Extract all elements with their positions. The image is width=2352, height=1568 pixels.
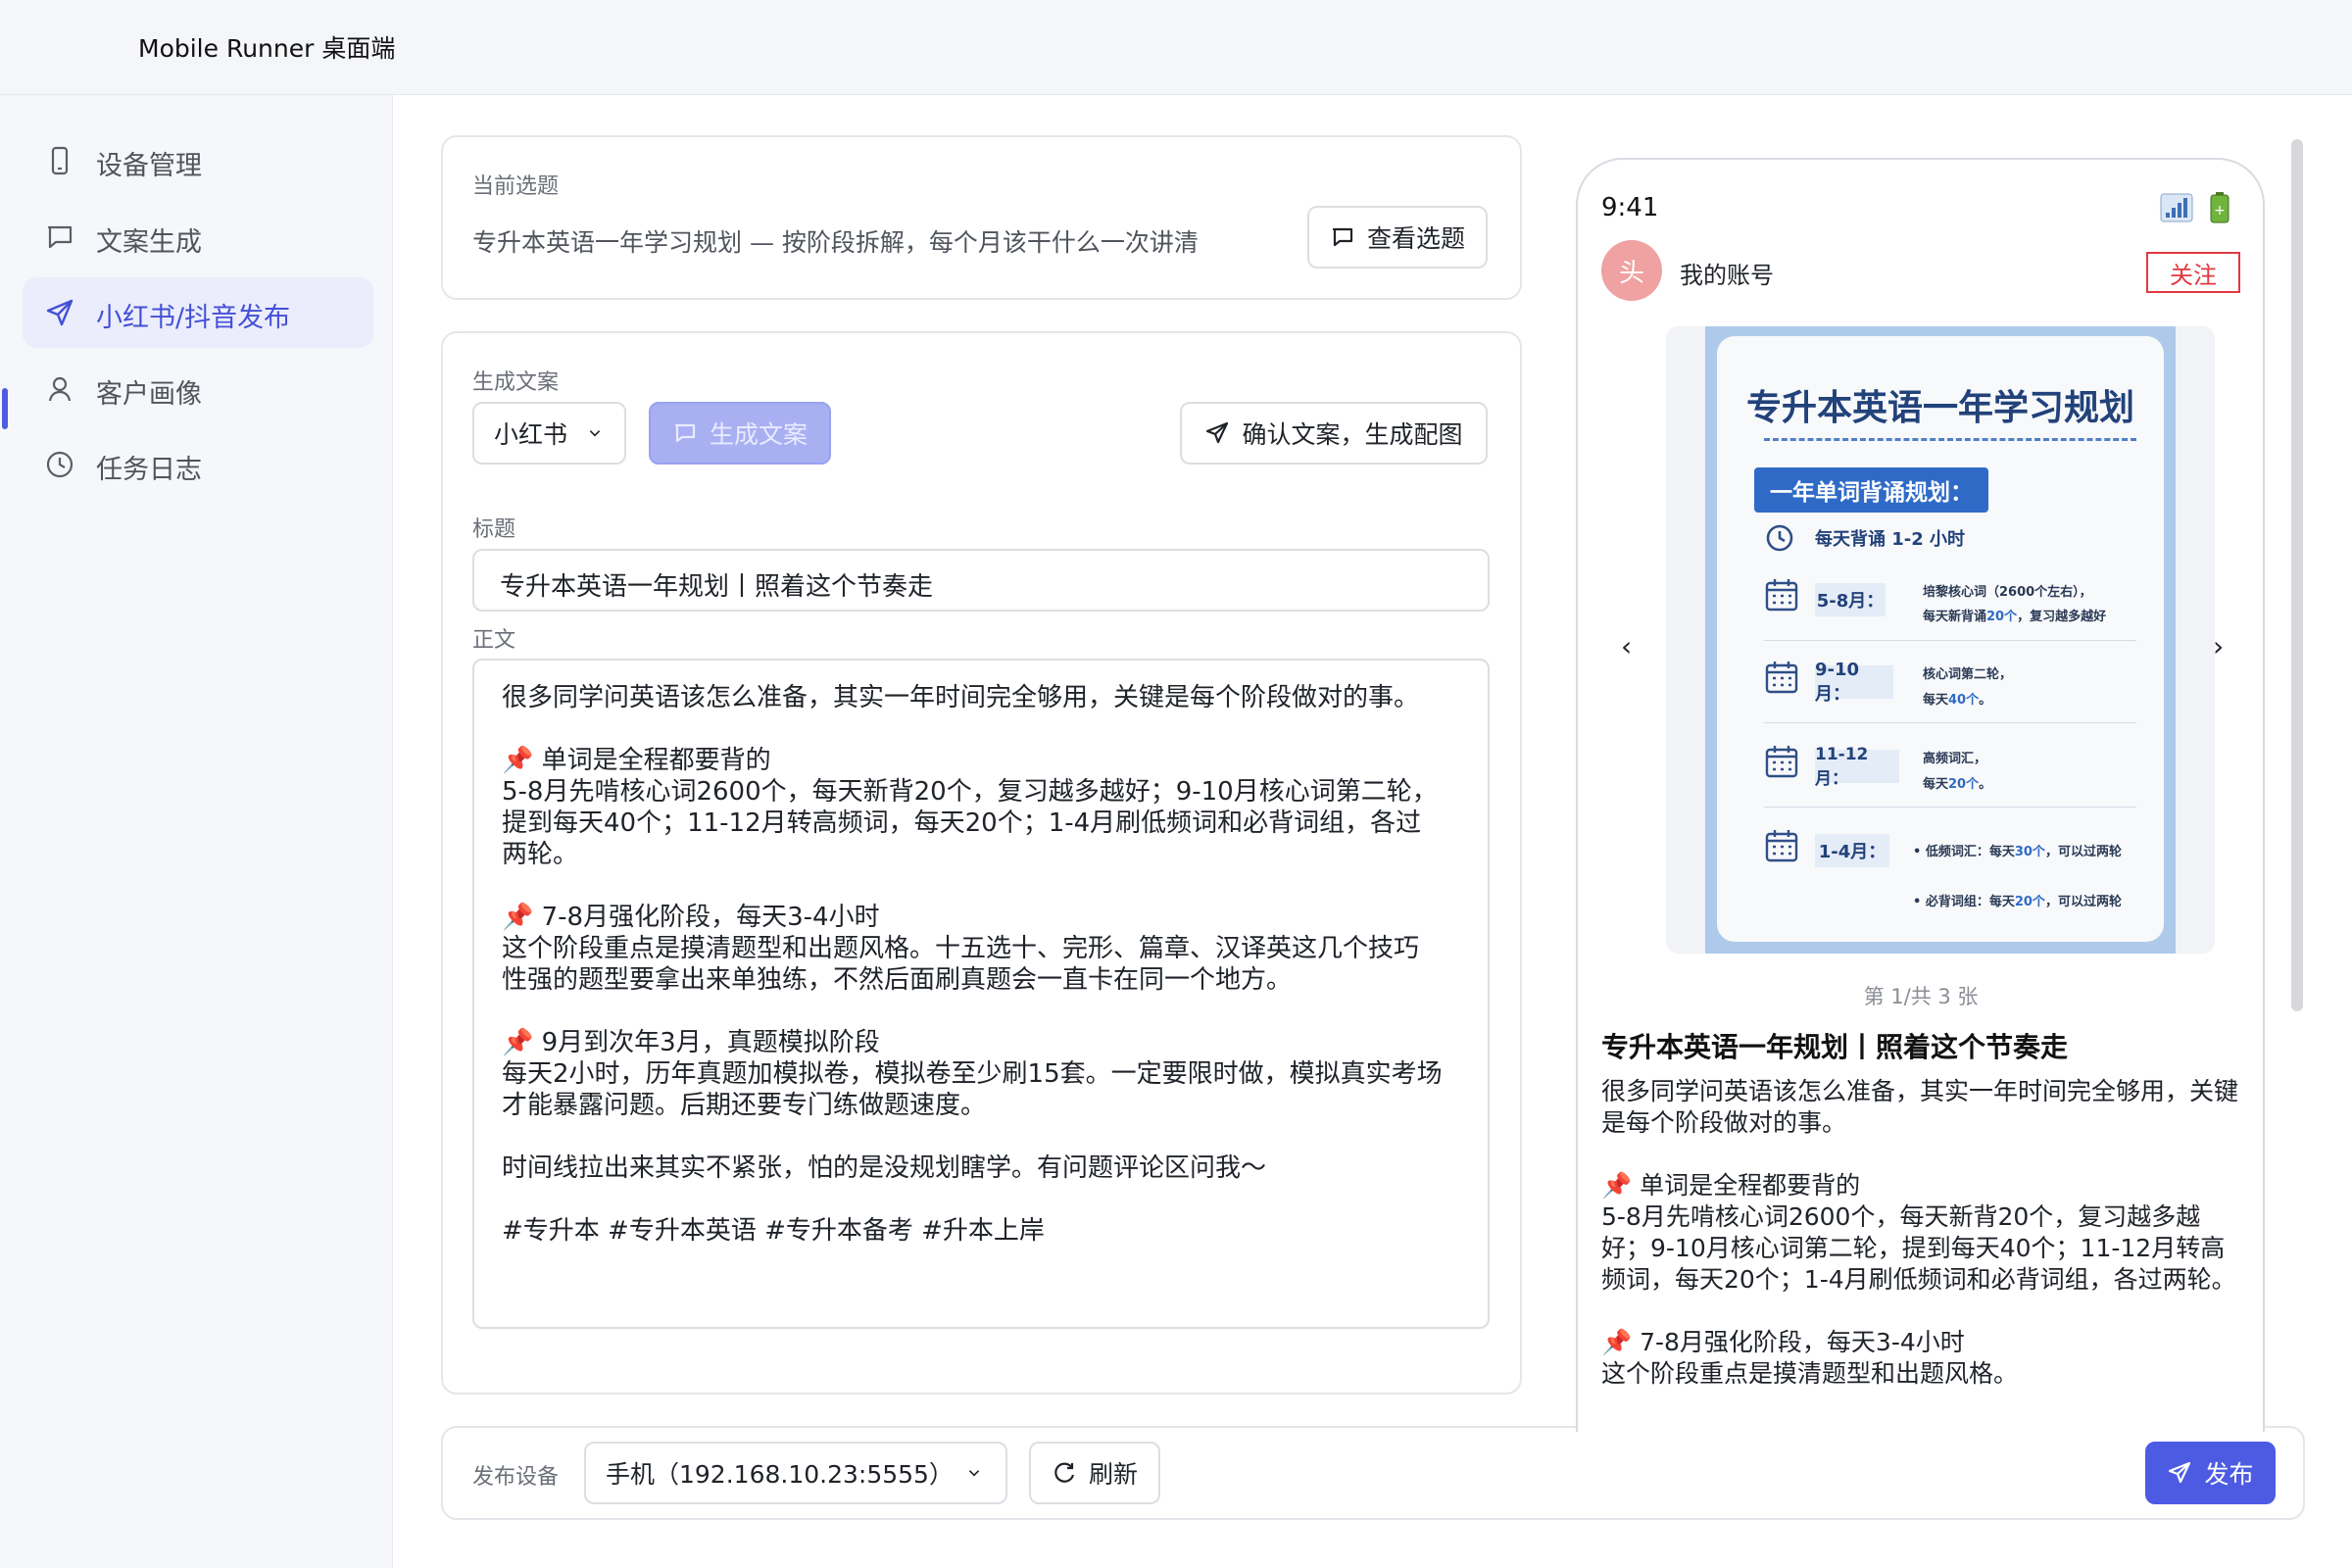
body-textarea-value: 很多同学问英语该怎么准备，其实一年时间完全够用，关键是每个阶段做对的事。 📌 单…: [502, 683, 1443, 1246]
poster-row-line1: • 低频词汇：每天30个，可以过两轮: [1913, 845, 2122, 859]
sidebar-item-label: 小红书/抖音发布: [96, 303, 291, 333]
battery-icon: +: [2210, 192, 2230, 223]
message-icon: [47, 225, 73, 249]
post-body: 很多同学问英语该怎么准备，其实一年时间完全够用，关键是每个阶段做对的事。 📌 单…: [1601, 1077, 2239, 1388]
sidebar-item-copywriting[interactable]: 文案生成: [23, 202, 373, 272]
post-title: 专升本英语一年规划丨照着这个节奏走: [1601, 1031, 2069, 1063]
send-icon: [1206, 421, 1229, 444]
generate-copy-button[interactable]: 生成文案: [649, 402, 831, 465]
sidebar: 设备管理 文案生成 小红书/抖音发布 客户画像 任务日志: [0, 95, 393, 1568]
view-topic-label: 查看选题: [1366, 224, 1465, 253]
refresh-icon: [1054, 1462, 1075, 1483]
device-select[interactable]: 手机（192.168.10.23:5555）: [584, 1442, 1007, 1504]
avatar: 头: [1601, 240, 1662, 301]
chevron-down-icon: [968, 1470, 980, 1477]
signal-icon: [2160, 193, 2193, 222]
poster-row-divider: [1764, 807, 2136, 808]
title-input-value: 专升本英语一年规划丨照着这个节奏走: [500, 572, 934, 602]
body-textarea[interactable]: 很多同学问英语该怎么准备，其实一年时间完全够用，关键是每个阶段做对的事。 📌 单…: [472, 659, 1490, 1329]
carousel-prev[interactable]: ‹: [1621, 630, 1632, 662]
calendar-icon: [1765, 746, 1798, 778]
platform-select[interactable]: 小红书: [472, 402, 626, 465]
poster-subtitle: 一年单词背诵规划：: [1754, 467, 1988, 513]
poster-row-line2: 每天20个。: [1923, 777, 1992, 792]
confirm-copy-label: 确认文案，生成配图: [1242, 420, 1463, 449]
refresh-button[interactable]: 刷新: [1029, 1442, 1160, 1504]
sidebar-item-label: 任务日志: [96, 455, 202, 485]
poster-row-line1: 培黎核心词（2600个左右），: [1923, 585, 2092, 600]
poster-row-line1: 核心词第二轮，: [1923, 667, 2013, 682]
app-title: Mobile Runner 桌面端: [138, 34, 396, 63]
poster-row-period: 9-10月：: [1815, 660, 1893, 705]
page-indicator: 第 1/共 3 张: [1863, 985, 1979, 1008]
poster-row-period: 5-8月：: [1815, 583, 1886, 616]
message-icon: [1332, 227, 1353, 247]
publish-button[interactable]: 发布: [2145, 1442, 2276, 1504]
poster-row-line2: • 必背词组：每天20个，可以过两轮: [1913, 895, 2122, 909]
generate-copy-label: 生成文案: [709, 420, 808, 449]
sidebar-item-label: 设备管理: [96, 151, 202, 181]
topic-text: 专升本英语一年学习规划 — 按阶段拆解，每个月该干什么一次讲清: [472, 228, 1199, 257]
sidebar-item-task-log[interactable]: 任务日志: [23, 429, 373, 500]
title-field-label: 标题: [472, 517, 516, 542]
poster-row-line2: 每天40个。: [1923, 693, 1992, 708]
active-indicator: [2, 388, 8, 429]
phone-preview: 9:41 + 头 我的账号 关注 ‹ › 专升本英语一年学习规划 一年单词背诵规…: [1576, 158, 2265, 1432]
account-name: 我的账号: [1680, 262, 1774, 289]
calendar-icon: [1765, 662, 1798, 694]
poster-row-period: 1-4月：: [1815, 834, 1889, 867]
sidebar-item-label: 客户画像: [96, 379, 202, 410]
chevron-down-icon: [589, 430, 601, 437]
generate-label: 生成文案: [472, 370, 560, 395]
clock-icon: [1766, 524, 1793, 552]
calendar-icon: [1765, 830, 1798, 862]
send-icon: [46, 299, 74, 326]
topic-card: 当前选题 专升本英语一年学习规划 — 按阶段拆解，每个月该干什么一次讲清 查看选…: [441, 135, 1522, 300]
poster-row-period: 11-12月：: [1815, 745, 1899, 789]
view-topic-button[interactable]: 查看选题: [1307, 206, 1488, 269]
poster-daily: 每天背诵 1-2 小时: [1815, 529, 1966, 550]
device-value: 手机（192.168.10.23:5555）: [606, 1460, 954, 1489]
poster-row-line1: 高频词汇，: [1923, 752, 1987, 766]
preview-scrollbar[interactable]: [2291, 139, 2303, 1011]
poster-divider: [1764, 438, 2136, 441]
status-time: 9:41: [1601, 193, 1659, 222]
generate-card: 生成文案 小红书 生成文案 确认文案，生成配图 标题 专升本英语一年规划丨照着这…: [441, 331, 1522, 1395]
poster-row-line2: 每天新背诵20个，复习越多越好: [1923, 610, 2107, 624]
sidebar-item-publish[interactable]: 小红书/抖音发布: [23, 277, 373, 348]
calendar-icon: [1765, 579, 1798, 612]
sidebar-item-label: 文案生成: [96, 227, 202, 258]
phone-icon: [51, 146, 69, 175]
poster-row-divider: [1764, 640, 2136, 641]
device-label: 发布设备: [472, 1465, 560, 1490]
svg-text:+: +: [2214, 203, 2226, 219]
publish-bar: 发布设备 手机（192.168.10.23:5555） 刷新 发布: [441, 1426, 2305, 1520]
message-icon: [674, 423, 696, 443]
poster-card: 专升本英语一年学习规划 一年单词背诵规划： 每天背诵 1-2 小时 5-8月： …: [1717, 336, 2164, 942]
platform-value: 小红书: [494, 420, 568, 449]
confirm-copy-button[interactable]: 确认文案，生成配图: [1180, 402, 1488, 465]
poster-image: 专升本英语一年学习规划 一年单词背诵规划： 每天背诵 1-2 小时 5-8月： …: [1705, 326, 2176, 954]
publish-label: 发布: [2204, 1460, 2254, 1489]
topic-label: 当前选题: [472, 174, 560, 199]
body-field-label: 正文: [472, 628, 516, 653]
sidebar-item-devices[interactable]: 设备管理: [23, 125, 373, 196]
title-input[interactable]: 专升本英语一年规划丨照着这个节奏走: [472, 549, 1490, 612]
follow-button[interactable]: 关注: [2146, 252, 2240, 293]
sidebar-item-customers[interactable]: 客户画像: [23, 354, 373, 424]
send-icon: [2169, 1461, 2191, 1484]
refresh-label: 刷新: [1088, 1460, 1138, 1489]
carousel-frame: 专升本英语一年学习规划 一年单词背诵规划： 每天背诵 1-2 小时 5-8月： …: [1666, 326, 2215, 954]
clock-icon: [46, 451, 74, 478]
title-bar: Mobile Runner 桌面端: [0, 0, 2352, 95]
user-icon: [48, 376, 72, 402]
poster-title: 专升本英语一年学习规划: [1745, 388, 2134, 428]
poster-row-divider: [1764, 722, 2136, 723]
